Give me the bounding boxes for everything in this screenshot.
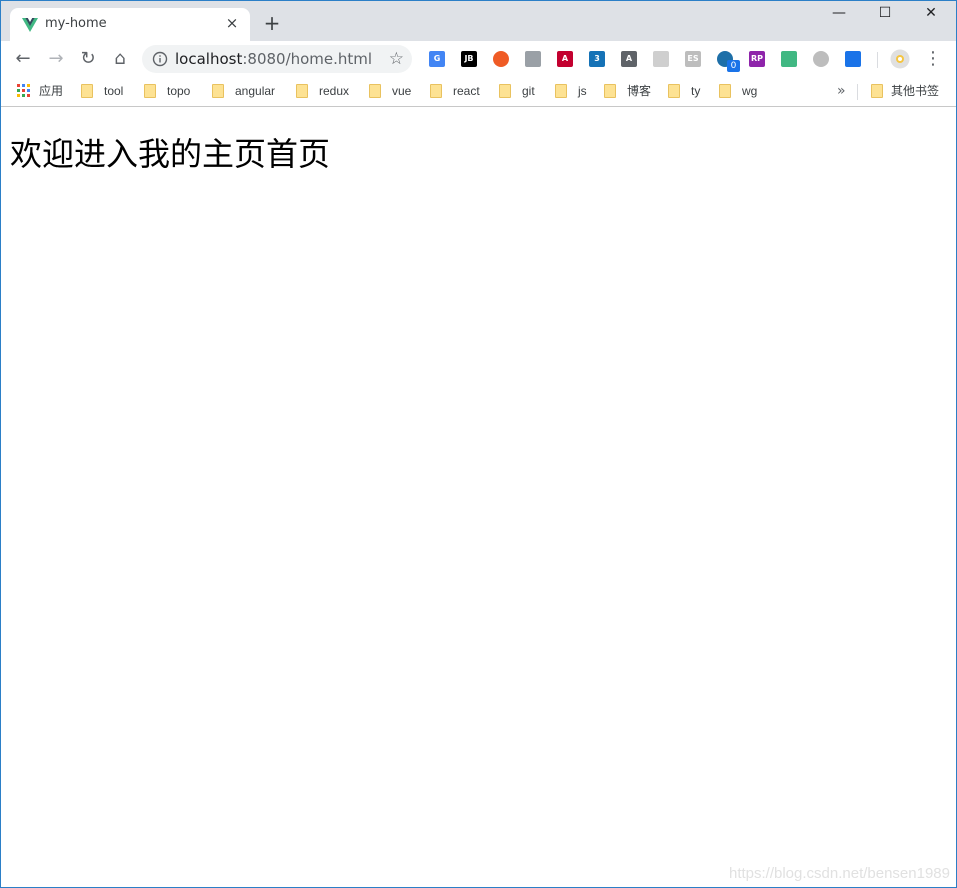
bookmark-item[interactable]: redux: [319, 81, 349, 101]
back-arrow-icon[interactable]: ←: [11, 47, 35, 71]
tab-my-home[interactable]: my-home ×: [10, 8, 250, 41]
address-bar[interactable]: localhost:8080/home.html ☆: [142, 45, 412, 73]
browser-window: my-home × + — ☐ ✕ ← → ↻ ⌂ localhost:8080…: [0, 0, 957, 888]
vue-devtools-icon[interactable]: [781, 51, 797, 67]
minimize-icon[interactable]: —: [816, 3, 862, 25]
watermark-text: https://blog.csdn.net/bensen1989: [728, 865, 950, 882]
folder-icon: [369, 84, 381, 98]
url-host: localhost: [175, 50, 243, 68]
forward-arrow-icon[interactable]: →: [44, 47, 68, 71]
bookmarks-separator: [857, 84, 858, 100]
new-tab-icon[interactable]: +: [261, 13, 283, 35]
es-extension-icon[interactable]: ES: [685, 51, 701, 67]
grey-circle-extension-icon[interactable]: [813, 51, 829, 67]
window-close-icon[interactable]: ✕: [908, 3, 954, 25]
bookmark-item[interactable]: topo: [167, 81, 190, 101]
folder-icon: [555, 84, 567, 98]
folder-icon: [144, 84, 156, 98]
rp-extension-icon[interactable]: RP: [749, 51, 765, 67]
browser-toolbar: ← → ↻ ⌂ localhost:8080/home.html ☆ G JB A 3…: [1, 41, 956, 77]
chrome-menu-icon[interactable]: ⋮: [923, 47, 943, 71]
bookmark-item[interactable]: 博客: [627, 81, 651, 101]
font-a-icon[interactable]: A: [621, 51, 637, 67]
folder-icon: [81, 84, 93, 98]
bookmark-star-icon[interactable]: ☆: [389, 49, 404, 69]
vue-icon: [22, 18, 38, 32]
shield-extension-icon[interactable]: [525, 51, 541, 67]
url-path: :8080/home.html: [242, 50, 373, 68]
reload-icon[interactable]: ↻: [76, 47, 100, 71]
toolbar-separator: [877, 52, 878, 68]
google-translate-icon[interactable]: G: [429, 51, 445, 67]
bookmark-apps[interactable]: 应用: [39, 81, 63, 101]
maximize-icon[interactable]: ☐: [862, 3, 908, 25]
jetbrains-icon[interactable]: JB: [461, 51, 477, 67]
extension-badge: 0: [727, 60, 740, 72]
bookmark-item[interactable]: js: [578, 81, 587, 101]
postman-icon[interactable]: [493, 51, 509, 67]
folder-icon: [296, 84, 308, 98]
folder-icon: [604, 84, 616, 98]
folder-icon: [668, 84, 680, 98]
page-heading: 欢迎进入我的主页首页: [10, 135, 331, 173]
angular-icon[interactable]: A: [557, 51, 573, 67]
home-icon[interactable]: ⌂: [108, 47, 132, 71]
tab-title: my-home: [45, 16, 107, 31]
bookmark-item[interactable]: git: [522, 81, 535, 101]
bookmark-item[interactable]: tool: [104, 81, 123, 101]
url-text[interactable]: localhost:8080/home.html: [175, 50, 372, 68]
bookmark-item[interactable]: react: [453, 81, 480, 101]
profile-avatar-icon[interactable]: [890, 49, 910, 69]
folder-icon: [871, 84, 883, 98]
page-content: 欢迎进入我的主页首页 https://blog.csdn.net/bensen1…: [1, 108, 956, 887]
folder-icon: [499, 84, 511, 98]
info-icon[interactable]: [152, 51, 168, 67]
bookmark-item[interactable]: ty: [691, 81, 700, 101]
css3-icon[interactable]: 3: [589, 51, 605, 67]
react-devtools-icon[interactable]: [653, 51, 669, 67]
bookmark-item[interactable]: wg: [742, 81, 757, 101]
download-extension-icon[interactable]: [845, 51, 861, 67]
folder-icon: [719, 84, 731, 98]
folder-icon: [212, 84, 224, 98]
apps-grid-icon[interactable]: [17, 84, 31, 98]
tab-close-icon[interactable]: ×: [223, 14, 241, 32]
tab-strip: my-home × + — ☐ ✕: [1, 1, 956, 41]
bookmark-item[interactable]: vue: [392, 81, 411, 101]
bookmark-item[interactable]: angular: [235, 81, 275, 101]
bookmark-other[interactable]: 其他书签: [891, 81, 939, 101]
folder-icon: [430, 84, 442, 98]
bookmarks-overflow-icon[interactable]: »: [837, 81, 846, 101]
